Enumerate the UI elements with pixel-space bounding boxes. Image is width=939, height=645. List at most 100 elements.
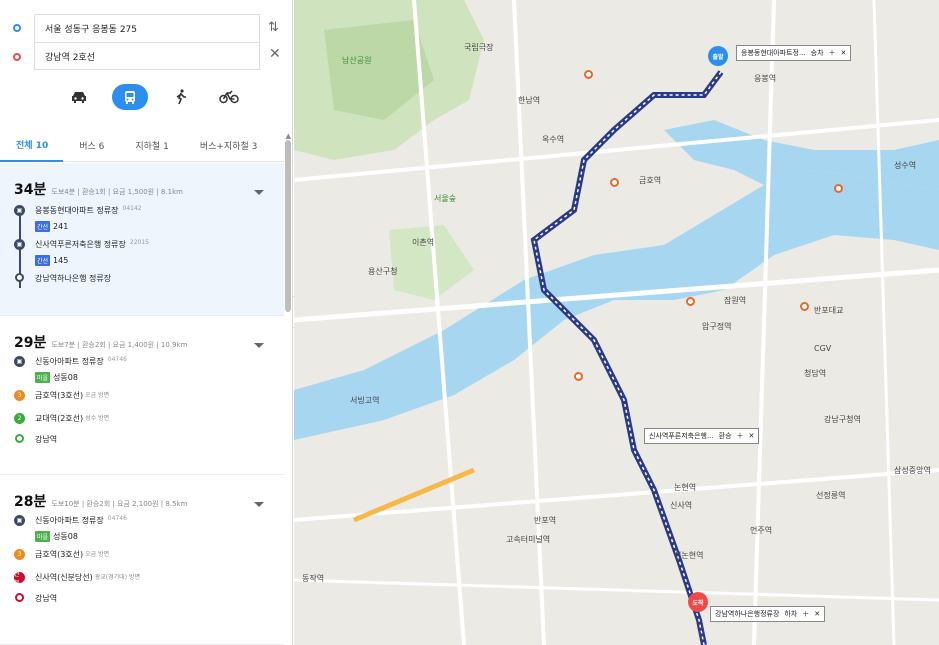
result-meta: 도보4분 | 환승1회 | 요금 1,500원 | 8.1km: [51, 188, 183, 196]
tab-bus-subway[interactable]: 버스+지하철 3: [184, 130, 273, 162]
bus-number: 간선 241: [35, 219, 284, 233]
bus-icon: ▣: [14, 239, 25, 250]
popup-action: 하차: [784, 610, 798, 618]
stop-id: 04746: [107, 356, 127, 363]
transfer-popup[interactable]: 신사역푸른저축은행... 환승 ＋ ✕: [644, 428, 760, 444]
end-pin[interactable]: 도착: [688, 592, 708, 612]
result-card[interactable]: 29분 도보7분 | 환승2회 | 요금 1,400원 | 10.9km ▣ 신…: [0, 316, 284, 475]
map-label: 청담역: [804, 369, 827, 378]
route-step: 강남역하나은행 정류장: [14, 273, 284, 287]
map-label: 신논현역: [674, 551, 704, 560]
car-mode-button[interactable]: [64, 84, 94, 110]
add-icon[interactable]: ＋: [829, 48, 836, 58]
close-icon[interactable]: ✕: [841, 49, 847, 57]
result-meta: 도보10분 | 환승2회 | 요금 2,100원 | 8.5km: [51, 500, 188, 508]
map-poi[interactable]: [574, 372, 583, 381]
route-step: 2 교대역(2호선) 성수 방면: [14, 413, 284, 427]
direction: 성수 방면: [85, 415, 110, 422]
result-tabs: 전체 10 버스 6 지하철 1 버스+지하철 3: [0, 130, 292, 162]
map-poi[interactable]: [610, 178, 619, 187]
map-canvas[interactable]: 남산공원 국립극장 한남역 옥수역 금호역 응봉역 성수역 용산구청 이촌역 동…: [294, 0, 939, 645]
bus-route-number: 성동08: [53, 372, 78, 382]
map-label: 고속터미널역: [506, 535, 551, 544]
car-icon: [72, 92, 86, 103]
map-label: 언주역: [750, 526, 773, 535]
direction: 광교(경기대) 방면: [94, 574, 140, 581]
stop-name: 신동아아파트 정류장: [35, 516, 104, 525]
map-poi[interactable]: [800, 302, 809, 311]
route-step: ▣ 신동아아파트 정류장 04746: [14, 356, 284, 370]
bus-icon: ▣: [14, 356, 25, 367]
directions-panel: 서울 성동구 응봉동 275 강남역 2호선 ⇅ ✕ 전체 10 버스 6 지하…: [0, 0, 293, 645]
chevron-down-icon[interactable]: [254, 343, 264, 348]
start-input[interactable]: 서울 성동구 응봉동 275: [34, 14, 260, 42]
popup-stop-name: 신사역푸른저축은행...: [649, 432, 714, 440]
route-step: ▣ 신동아아파트 정류장 04746: [14, 515, 284, 529]
add-icon[interactable]: ＋: [737, 431, 744, 441]
close-icon[interactable]: ✕: [814, 610, 820, 618]
result-card[interactable]: 28분 도보10분 | 환승2회 | 요금 2,100원 | 8.5km ▣ 신…: [0, 475, 284, 645]
bus-type-badge: 마을: [35, 530, 51, 542]
map-base: [294, 0, 939, 645]
map-label: 선정릉역: [816, 491, 846, 500]
bus-mode-button[interactable]: [112, 84, 148, 110]
map-label: 서빙고역: [350, 396, 380, 405]
destination-icon: [15, 434, 24, 443]
route-inputs: 서울 성동구 응봉동 275 강남역 2호선 ⇅ ✕: [0, 0, 292, 75]
map-label: 논현역: [674, 483, 697, 492]
stop-name: 신동아아파트 정류장: [35, 357, 104, 366]
map-label: 금호역: [639, 176, 662, 185]
walk-mode-button[interactable]: [166, 84, 196, 110]
map-label: 강남구청역: [824, 415, 861, 424]
bus-icon: [125, 91, 135, 104]
station-name: 신사역(신분당선): [35, 573, 93, 582]
map-label: 응봉역: [754, 74, 777, 83]
map-label: 동작역: [302, 574, 325, 583]
boarding-popup[interactable]: 응봉동현대아파트정... 승차 ＋ ✕: [736, 45, 852, 61]
map-label: 이촌역: [412, 238, 435, 247]
bus-number: 마을 성동08: [35, 529, 284, 543]
route-step: ▣ 응봉동현대아파트 정류장 04142: [14, 205, 284, 219]
close-icon[interactable]: ✕: [269, 46, 281, 62]
map-label: 반포역: [534, 516, 557, 525]
start-marker: [8, 14, 21, 42]
route-step: ▣ 신사역푸른저축은행 정류장 22015: [14, 239, 284, 253]
station-name: 강남역: [35, 594, 58, 603]
map-poi[interactable]: [686, 297, 695, 306]
start-pin[interactable]: 출발: [708, 46, 728, 66]
bus-icon: ▣: [14, 205, 25, 216]
bus-number: 마을 성동08: [35, 370, 284, 384]
swap-icon[interactable]: ⇅: [268, 20, 279, 35]
walk-icon: [176, 89, 186, 105]
result-time: 28분: [14, 494, 47, 510]
map-label: 남산공원: [342, 56, 372, 65]
end-marker: [8, 43, 21, 71]
map-label: 서울숲: [434, 194, 457, 203]
tab-subway[interactable]: 지하철 1: [119, 130, 183, 162]
map-label: 용산구청: [368, 267, 398, 276]
chevron-down-icon[interactable]: [254, 190, 264, 195]
result-meta: 도보7분 | 환승2회 | 요금 1,400원 | 10.9km: [51, 341, 188, 349]
result-card[interactable]: 34분 도보4분 | 환승1회 | 요금 1,500원 | 8.1km ▣ 응봉…: [0, 163, 284, 316]
map-poi[interactable]: [584, 70, 593, 79]
bus-route-number: 145: [53, 255, 69, 265]
map-poi[interactable]: [834, 184, 843, 193]
close-icon[interactable]: ✕: [749, 432, 755, 440]
stop-id: 04746: [107, 515, 127, 522]
result-time: 29분: [14, 335, 47, 351]
map-label: 반포대교: [814, 306, 844, 315]
alighting-popup[interactable]: 강남역하나은행정류장 하차 ＋ ✕: [710, 606, 826, 622]
bike-mode-button[interactable]: [214, 84, 244, 110]
scroll-up-icon[interactable]: ▲: [286, 132, 291, 140]
station-name: 금호역(3호선): [35, 550, 84, 559]
tab-all[interactable]: 전체 10: [0, 130, 64, 162]
station-name: 금호역(3호선): [35, 391, 84, 400]
chevron-down-icon[interactable]: [254, 502, 264, 507]
end-input[interactable]: 강남역 2호선: [34, 42, 260, 70]
tab-bus[interactable]: 버스 6: [63, 130, 119, 162]
add-icon[interactable]: ＋: [802, 609, 809, 619]
popup-action: 승차: [810, 49, 824, 57]
scrollbar-thumb[interactable]: [285, 140, 291, 312]
bus-type-badge: 간선: [35, 220, 51, 232]
bus-route-number: 성동08: [53, 531, 78, 541]
